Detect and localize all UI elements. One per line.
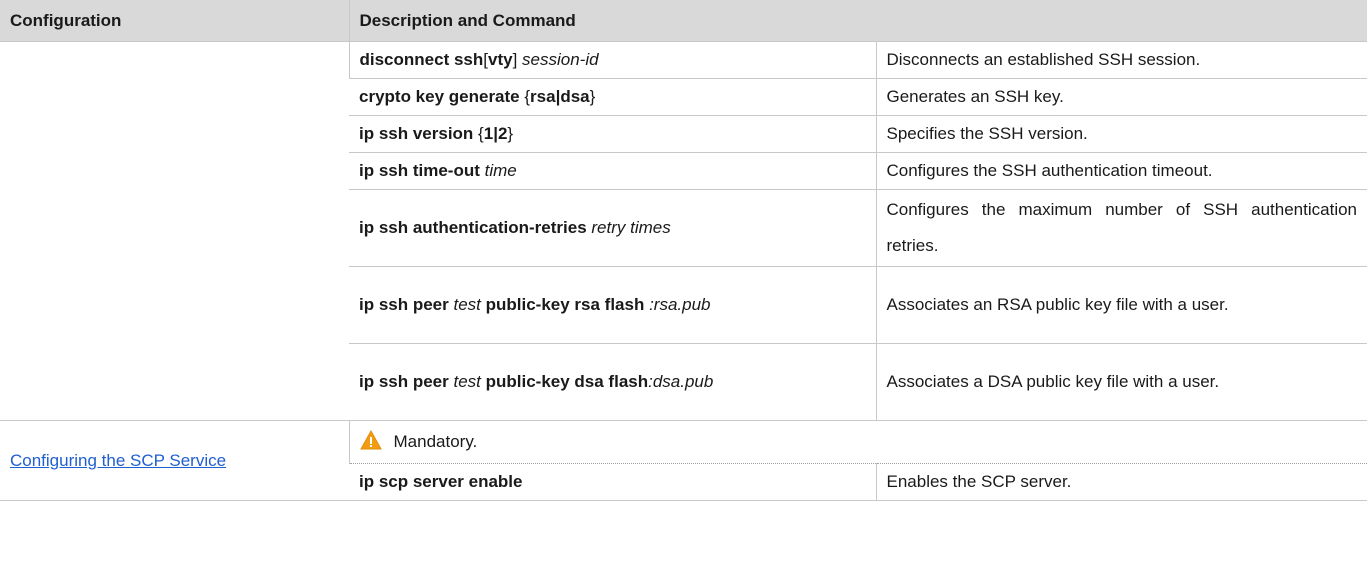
command-part: public-key dsa flash: [480, 372, 649, 391]
description-cell: Disconnects an established SSH session.: [875, 41, 1367, 79]
command-cell: disconnect ssh[vty] session-id: [348, 41, 876, 79]
command-part: :rsa.pub: [649, 295, 711, 314]
command-part: public-key rsa flash: [480, 295, 650, 314]
command-cell: ip ssh version {1|2}: [349, 115, 876, 153]
command-part: ip ssh peer: [359, 372, 454, 391]
command-cell: ip ssh authentication-retries retry time…: [349, 189, 876, 267]
description-cell: Associates an RSA public key file with a…: [875, 266, 1367, 344]
command-part: }: [507, 124, 514, 143]
scp-mandatory-row: Configuring the SCP Service Mandatory.: [0, 420, 1367, 501]
command-cell: ip ssh peer test public-key dsa flash:ds…: [349, 343, 876, 421]
scp-command-text: ip scp server enable: [359, 472, 523, 491]
command-part: ]: [512, 50, 523, 69]
header-row: Configuration Description and Command: [0, 0, 1367, 42]
configuring-scp-service-link[interactable]: Configuring the SCP Service: [10, 451, 226, 470]
mandatory-note: Mandatory.: [348, 420, 1367, 464]
command-part: 1|2: [483, 124, 508, 143]
command-part: rsa|dsa: [530, 87, 590, 106]
description-cell: Configures the SSH authentication timeou…: [875, 152, 1367, 190]
table-row: disconnect ssh[vty] session-id Disconnec…: [0, 41, 1367, 421]
scp-command-cell: ip scp server enable: [349, 463, 876, 501]
description-cell: Associates a DSA public key file with a …: [875, 343, 1367, 421]
command-cell: crypto key generate {rsa|dsa}: [349, 78, 876, 116]
command-part: vty: [488, 50, 513, 69]
description-cell: Configures the maximum number of SSH aut…: [875, 189, 1367, 267]
config-table: Configuration Description and Command di…: [0, 0, 1367, 501]
command-cell: ip ssh peer test public-key rsa flash :r…: [349, 266, 876, 344]
command-part: retry times: [591, 218, 671, 237]
header-description-command: Description and Command: [348, 0, 1367, 42]
command-part: ip ssh peer: [359, 295, 454, 314]
description-cell: Specifies the SSH version.: [875, 115, 1367, 153]
configuration-cell-scp: Configuring the SCP Service: [0, 420, 349, 501]
command-part: :dsa.pub: [648, 372, 714, 391]
mandatory-label: Mandatory.: [393, 431, 478, 451]
command-part: ip ssh time-out: [359, 161, 485, 180]
command-cell: ip ssh time-out time: [349, 152, 876, 190]
command-part: time: [484, 161, 517, 180]
command-part: crypto key generate: [359, 87, 525, 106]
command-part: test: [453, 372, 481, 391]
command-part: disconnect ssh: [359, 50, 484, 69]
scp-description-cell: Enables the SCP server.: [875, 463, 1367, 501]
command-part: session-id: [522, 50, 599, 69]
command-part: }: [589, 87, 596, 106]
command-part: ip ssh authentication-retries: [359, 218, 592, 237]
description-cell: Generates an SSH key.: [875, 78, 1367, 116]
header-configuration: Configuration: [0, 0, 349, 42]
command-part: test: [453, 295, 481, 314]
command-part: ip ssh version: [359, 124, 479, 143]
warning-triangle-icon: [359, 429, 382, 455]
configuration-cell-empty: [0, 41, 349, 421]
